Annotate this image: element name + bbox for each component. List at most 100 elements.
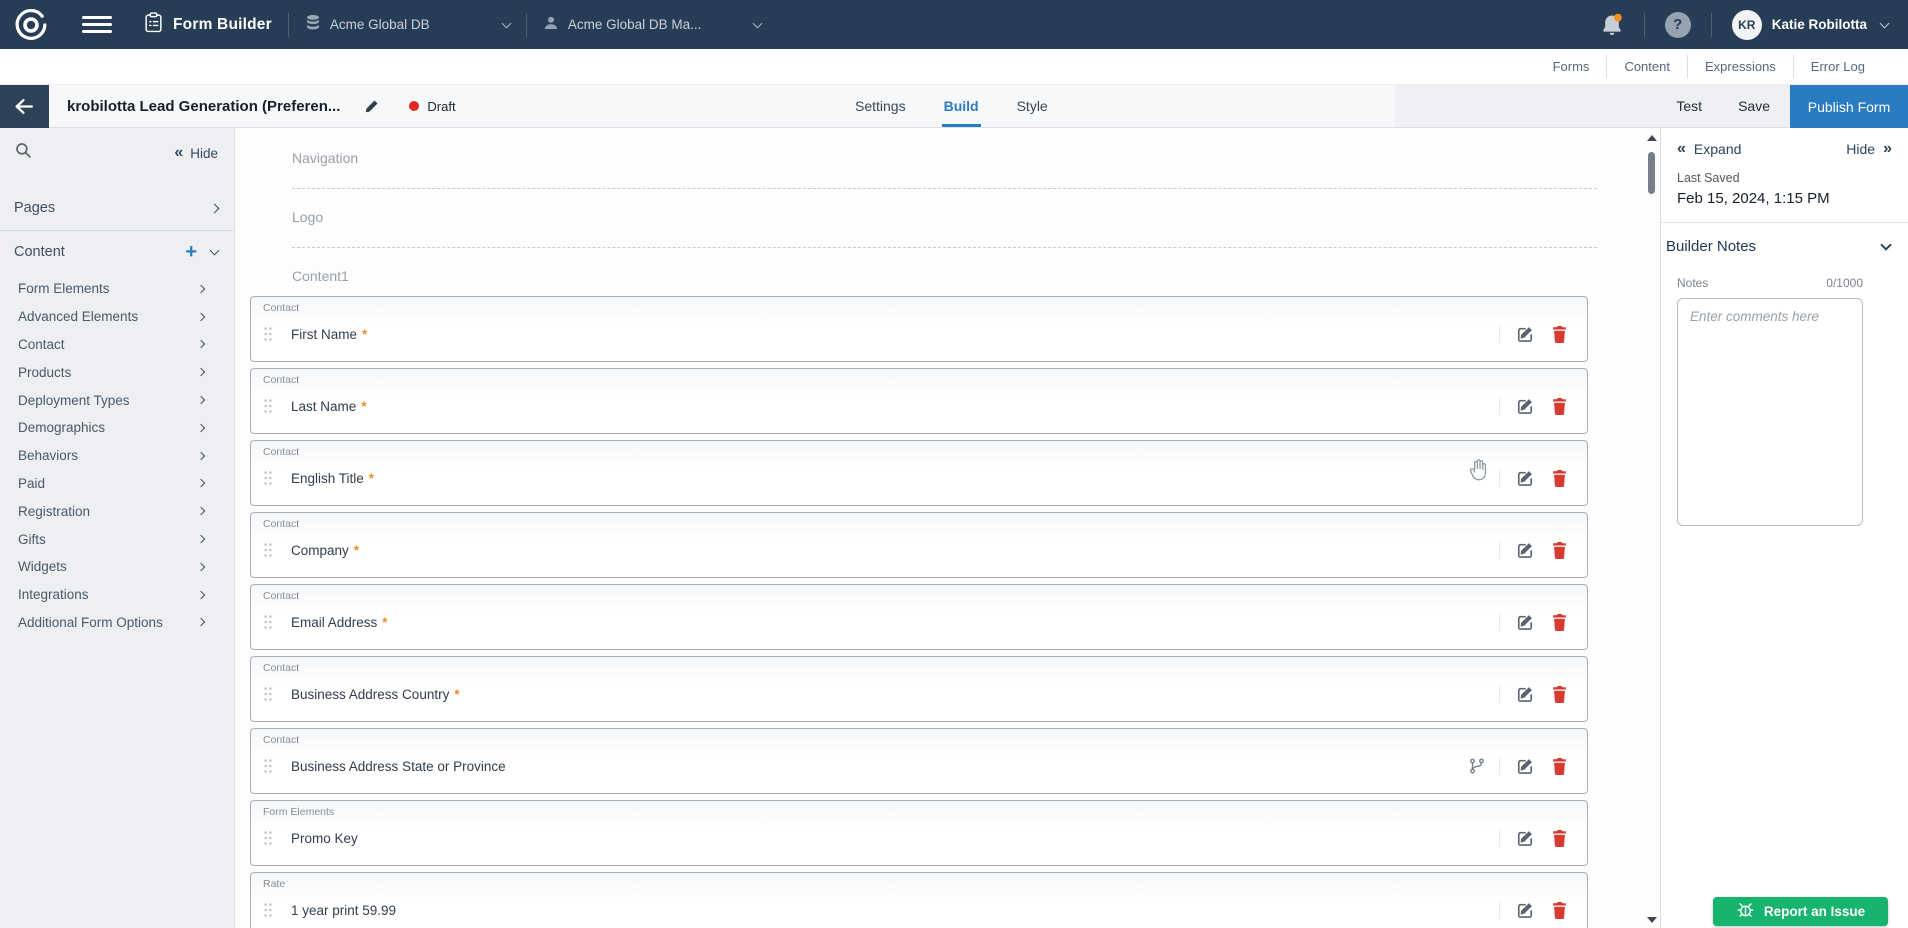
scroll-thumb[interactable] [1648,152,1655,194]
delete-field-trash-icon[interactable] [1552,398,1567,415]
delete-field-trash-icon[interactable] [1552,902,1567,919]
navbar-separator [1644,13,1645,37]
sidebar-category-item[interactable]: Additional Form Options [0,609,234,637]
drag-handle-icon[interactable] [263,326,273,342]
edit-field-icon[interactable] [1516,541,1534,559]
delete-field-trash-icon[interactable] [1552,542,1567,559]
delete-field-trash-icon[interactable] [1552,758,1567,775]
sidebar-category-item[interactable]: Gifts [0,525,234,553]
drag-handle-icon[interactable] [263,902,273,918]
edit-title-pencil-icon[interactable] [364,99,379,114]
save-button[interactable]: Save [1738,98,1770,114]
add-content-icon[interactable]: + [185,242,197,262]
field-card[interactable]: Rate 1 year print 59.99 * [250,872,1588,928]
sidebar-category-item[interactable]: Deployment Types [0,386,234,414]
edit-field-icon[interactable] [1516,613,1534,631]
sidebar-category-item[interactable]: Demographics [0,414,234,442]
sidebar-category-item[interactable]: Contact [0,331,234,359]
field-card[interactable]: Contact Email Address * [250,584,1588,650]
drag-handle-icon[interactable] [263,686,273,702]
sidebar-category-item[interactable]: Registration [0,497,234,525]
sidebar-top-row: « Hide [0,142,234,164]
edit-field-icon[interactable] [1516,757,1534,775]
report-issue-button[interactable]: Report an Issue [1713,897,1888,926]
delete-field-trash-icon[interactable] [1552,830,1567,847]
drag-handle-icon[interactable] [263,470,273,486]
drag-handle-icon[interactable] [263,542,273,558]
chevron-right-icon [197,590,205,598]
delete-field-trash-icon[interactable] [1552,614,1567,631]
panel-hide-control[interactable]: Hide » [1846,141,1892,157]
secondary-nav-link[interactable]: Expressions [1687,55,1793,78]
sidebar-category-item[interactable]: Products [0,358,234,386]
hamburger-menu-icon[interactable] [82,14,112,36]
sidebar-category-item[interactable]: Advanced Elements [0,303,234,331]
edit-field-icon[interactable] [1516,829,1534,847]
sidebar-category-item[interactable]: Paid [0,470,234,498]
sidebar-category-item[interactable]: Form Elements [0,275,234,303]
secondary-nav-link[interactable]: Content [1606,55,1687,78]
edit-field-icon[interactable] [1516,397,1534,415]
chevron-right-icon [197,451,205,459]
clipboard-icon [144,12,163,38]
test-button[interactable]: Test [1676,98,1702,114]
panel-expand-control[interactable]: « Expand [1677,141,1741,157]
delete-field-trash-icon[interactable] [1552,326,1567,343]
logo-section-label: Logo [292,209,1588,226]
drag-handle-icon[interactable] [263,830,273,846]
secondary-nav-link[interactable]: Error Log [1793,55,1882,78]
omeda-logo-icon[interactable] [14,8,48,42]
sidebar-category-item[interactable]: Integrations [0,581,234,609]
database-selector[interactable]: Acme Global DB [305,14,510,35]
profile-selector[interactable]: Acme Global DB Ma... [543,15,761,34]
sidebar-section-content[interactable]: Content + [0,237,234,267]
edit-field-icon[interactable] [1516,325,1534,343]
drag-handle-icon[interactable] [263,614,273,630]
sidebar-category-item[interactable]: Widgets [0,553,234,581]
builder-tab[interactable]: Build [944,85,979,127]
logic-branch-icon[interactable] [1469,758,1485,774]
secondary-nav-link[interactable]: Forms [1536,55,1607,78]
notes-textarea[interactable] [1677,298,1863,526]
edit-field-icon[interactable] [1516,685,1534,703]
publish-form-button[interactable]: Publish Form [1790,85,1908,128]
field-card[interactable]: Contact Last Name * [250,368,1588,434]
navbar-separator [288,13,289,37]
scroll-down-arrow[interactable] [1647,917,1657,923]
field-category-label: Contact [251,657,1587,674]
sidebar-category-item[interactable]: Behaviors [0,442,234,470]
field-card[interactable]: Contact Business Address State or Provin… [250,728,1588,794]
drag-handle-icon[interactable] [263,398,273,414]
sidebar-category-label: Behaviors [18,448,78,463]
back-button[interactable] [0,85,49,128]
required-marker: * [361,399,366,414]
edit-field-icon[interactable] [1516,901,1534,919]
search-icon[interactable] [15,142,32,164]
chevron-right-icon [197,285,205,293]
edit-field-icon[interactable] [1516,469,1534,487]
help-icon[interactable]: ? [1665,12,1691,38]
field-card[interactable]: Contact Business Address Country * [250,656,1588,722]
sidebar-hide-control[interactable]: « Hide [174,145,218,161]
field-card[interactable]: Contact Company * [250,512,1588,578]
chevron-down-icon [501,18,511,28]
field-card[interactable]: Form Elements Promo Key * [250,800,1588,866]
sidebar-category-label: Registration [18,504,90,519]
builder-tab[interactable]: Settings [855,85,906,127]
delete-field-trash-icon[interactable] [1552,470,1567,487]
builder-notes-header[interactable]: Builder Notes [1666,238,1890,255]
user-menu[interactable]: KR Katie Robilotta [1732,10,1888,40]
sidebar-section-pages[interactable]: Pages [0,194,234,222]
builder-notes-title: Builder Notes [1666,238,1756,255]
notifications-bell-icon[interactable] [1600,12,1624,38]
field-card[interactable]: Contact First Name * [250,296,1588,362]
builder-tab[interactable]: Style [1017,85,1048,127]
sidebar-category-label: Advanced Elements [18,309,138,324]
sidebar-category-label: Contact [18,337,65,352]
scroll-up-arrow[interactable] [1647,135,1657,141]
drag-handle-icon[interactable] [263,758,273,774]
chevron-down-icon [1880,18,1890,28]
chevron-down-icon[interactable] [210,246,220,256]
delete-field-trash-icon[interactable] [1552,686,1567,703]
field-card[interactable]: Contact English Title * [250,440,1588,506]
